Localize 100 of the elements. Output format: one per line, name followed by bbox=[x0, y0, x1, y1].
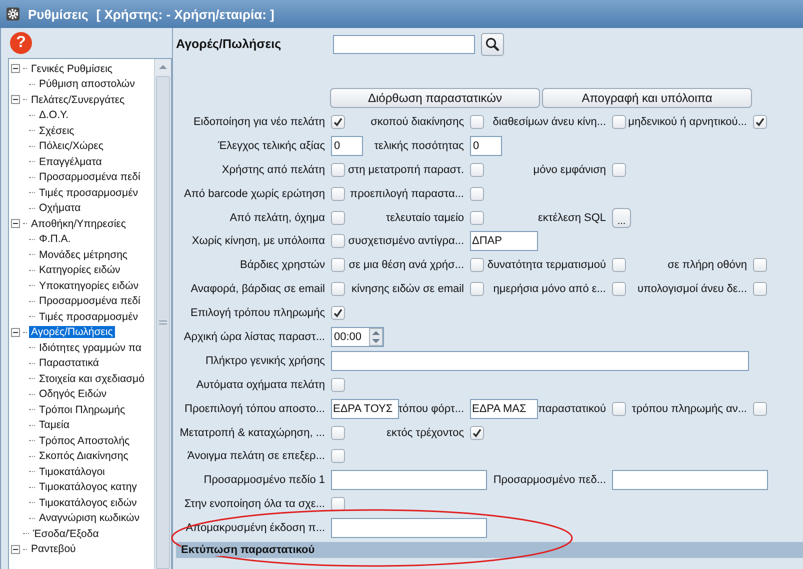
tree-item[interactable]: Ταμεία bbox=[37, 419, 72, 432]
checkbox[interactable] bbox=[470, 282, 484, 296]
scrollbar[interactable] bbox=[154, 59, 171, 569]
field-label: Απομακρυσμένη έκδοση π... bbox=[186, 522, 325, 534]
checkbox[interactable] bbox=[331, 258, 345, 272]
tree-item[interactable]: Αγορές/Πωλήσεις bbox=[29, 326, 115, 338]
checkbox[interactable] bbox=[612, 114, 626, 129]
field-label: Ειδοποίηση για νέο πελάτη bbox=[193, 116, 325, 128]
input-field[interactable] bbox=[331, 350, 749, 371]
checkbox[interactable] bbox=[331, 114, 345, 129]
tree-item[interactable]: Οχήματα bbox=[37, 202, 83, 214]
checkbox[interactable] bbox=[753, 402, 767, 416]
tree-item[interactable]: Σχέσεις bbox=[37, 124, 76, 137]
collapse-icon[interactable] bbox=[11, 64, 20, 74]
input-field[interactable] bbox=[331, 470, 487, 490]
input-field[interactable] bbox=[331, 518, 487, 538]
checkbox[interactable] bbox=[470, 114, 484, 129]
checkbox[interactable] bbox=[470, 426, 484, 440]
tree-item[interactable]: Πελάτες/Συνεργάτες bbox=[29, 94, 127, 106]
tree-item[interactable]: Υποκατηγορίες ειδών bbox=[37, 280, 140, 292]
input-field[interactable]: ΔΠΑΡ bbox=[470, 231, 538, 252]
scrollbar-thumb[interactable] bbox=[156, 76, 170, 569]
checkbox[interactable] bbox=[331, 449, 345, 464]
checkbox[interactable] bbox=[331, 234, 345, 248]
checkbox[interactable] bbox=[612, 282, 626, 296]
field-label: προεπιλογή παραστα... bbox=[350, 188, 464, 200]
tree-item[interactable]: Επαγγέλματα bbox=[37, 156, 104, 168]
field-label: Αναφορά, βάρδιας σε email bbox=[190, 283, 325, 296]
checkbox[interactable] bbox=[470, 258, 484, 272]
checkbox[interactable] bbox=[331, 497, 345, 512]
tree-item[interactable]: Έσοδα/Έξοδα bbox=[31, 528, 101, 540]
collapse-icon[interactable] bbox=[11, 544, 20, 554]
browse-button[interactable]: ... bbox=[612, 208, 631, 228]
checkbox[interactable] bbox=[612, 162, 626, 177]
action-button[interactable]: Απογραφή και υπόλοιπα bbox=[542, 88, 752, 108]
input-field[interactable] bbox=[612, 470, 768, 490]
tree-item[interactable]: Τιμοκατάλογος κατηγ bbox=[37, 481, 139, 494]
search-field[interactable] bbox=[333, 34, 475, 54]
tree-item[interactable]: Στοιχεία και σχεδιασμό bbox=[37, 372, 146, 385]
checkbox[interactable] bbox=[331, 378, 345, 392]
checkbox[interactable] bbox=[612, 258, 626, 272]
checkbox[interactable] bbox=[612, 402, 626, 416]
collapse-icon[interactable] bbox=[11, 219, 20, 228]
tree-item[interactable]: Τιμοκατάλογοι bbox=[37, 466, 107, 478]
checkbox[interactable] bbox=[470, 162, 484, 177]
field-label: Βάρδιες χρηστών bbox=[240, 259, 325, 272]
field-label: εκτός τρέχοντος bbox=[386, 426, 464, 439]
checkbox[interactable] bbox=[753, 258, 767, 272]
checkbox[interactable] bbox=[753, 114, 767, 129]
field-label: Προεπιλογή τόπου αποστο... bbox=[184, 402, 325, 415]
tree-item[interactable]: Τρόποι Πληρωμής bbox=[37, 404, 128, 416]
checkbox[interactable] bbox=[331, 306, 345, 320]
checkbox[interactable] bbox=[331, 162, 345, 177]
tree-item[interactable]: Αποθήκη/Υπηρεσίες bbox=[29, 218, 128, 230]
tree-item[interactable]: Ιδιότητες γραμμών πα bbox=[37, 342, 144, 354]
field-label: Χρήστης από πελάτη bbox=[222, 164, 325, 176]
input-field[interactable]: 0 bbox=[331, 136, 363, 156]
tree-item[interactable]: Τιμές προσαρμοσμέν bbox=[37, 186, 140, 199]
spin-arrows-icon[interactable] bbox=[369, 328, 383, 346]
input-field[interactable]: ΕΔΡΑ ΤΟΥΣ bbox=[331, 398, 399, 419]
time-spinner[interactable]: 00:00 bbox=[331, 326, 384, 347]
field-label: σε πλήρη οθόνη bbox=[668, 259, 747, 272]
checkbox[interactable] bbox=[470, 186, 484, 201]
checkbox[interactable] bbox=[470, 210, 484, 224]
tree-item[interactable]: Φ.Π.Α. bbox=[37, 233, 73, 246]
checkbox[interactable] bbox=[331, 186, 345, 201]
checkbox[interactable] bbox=[331, 282, 345, 296]
tree-item[interactable]: Γενικές Ρυθμίσεις bbox=[29, 62, 114, 75]
tree-item[interactable]: Ρύθμιση αποστολών bbox=[37, 78, 137, 90]
tree-item[interactable]: Τιμές προσαρμοσμέν bbox=[37, 310, 140, 323]
checkbox[interactable] bbox=[331, 210, 345, 224]
tree-item[interactable]: Κατηγορίες ειδών bbox=[37, 264, 122, 276]
help-icon[interactable]: ? bbox=[10, 32, 32, 54]
field-label: δυνατότητα τερματισμού bbox=[487, 259, 606, 272]
tree-item[interactable]: Πόλεις/Χώρες bbox=[37, 140, 106, 152]
tree-item[interactable]: Τιμοκατάλογος ειδών bbox=[37, 496, 139, 509]
collapse-icon[interactable] bbox=[11, 95, 20, 104]
tree-item[interactable]: Δ.Ο.Υ. bbox=[37, 109, 71, 122]
checkbox[interactable] bbox=[753, 282, 767, 296]
field-label: Στην ενοποίηση όλα τα σχε... bbox=[184, 498, 325, 510]
tree-item[interactable]: Σκοπός Διακίνησης bbox=[37, 450, 130, 462]
tree-item[interactable]: Παραστατικά bbox=[37, 357, 101, 370]
tree-item[interactable]: Προσαρμοσμένα πεδί bbox=[37, 171, 142, 184]
field-label: τόπου φόρτ... bbox=[398, 402, 464, 415]
tree-item[interactable]: Μονάδες μέτρησης bbox=[37, 248, 130, 261]
action-button[interactable]: Διόρθωση παραστατικών bbox=[330, 88, 540, 108]
input-field[interactable]: 0 bbox=[470, 136, 502, 156]
tree-item[interactable]: Οδηγός Ειδών bbox=[37, 388, 109, 400]
tree-item[interactable]: Τρόπος Αποστολής bbox=[37, 434, 132, 447]
input-field[interactable]: ΕΔΡΑ ΜΑΣ bbox=[470, 398, 538, 419]
tree-item[interactable]: Ραντεβού bbox=[29, 543, 78, 556]
field-label: Χωρίς κίνηση, με υπόλοιπα bbox=[192, 235, 325, 248]
field-label: ημερήσια μόνο από ε... bbox=[493, 283, 606, 296]
tree-item[interactable]: Αναγνώριση κωδικών bbox=[37, 512, 142, 524]
search-button[interactable] bbox=[481, 32, 504, 56]
collapse-icon[interactable] bbox=[11, 328, 20, 337]
check-icon bbox=[333, 308, 343, 318]
checkbox[interactable] bbox=[331, 426, 345, 440]
field-label: μόνο εμφάνιση bbox=[533, 164, 606, 176]
tree-item[interactable]: Προσαρμοσμένα πεδί bbox=[37, 295, 142, 308]
